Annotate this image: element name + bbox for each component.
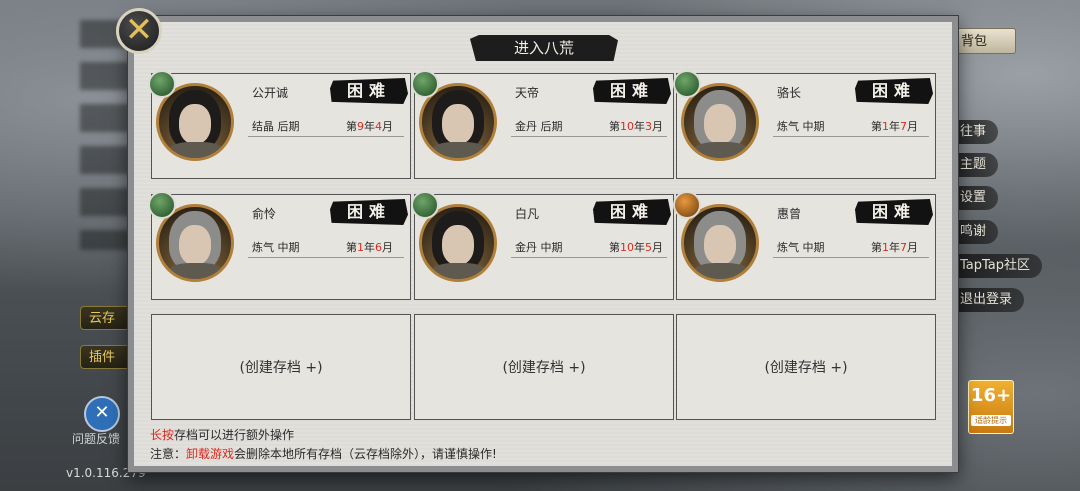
save-slot[interactable]: 俞怜 困难 炼气 中期 第1年6月 [148,191,411,300]
character-name: 天帝 [515,86,540,100]
character-name: 公开诚 [252,86,289,100]
menu-item-logout[interactable]: 退出登录 [952,288,1025,312]
save-slot[interactable]: 公开诚 困难 结晶 后期 第9年4月 [148,70,411,179]
divider [248,257,404,258]
save-slot[interactable]: 惠曾 困难 炼气 中期 第1年7月 [673,191,936,300]
divider [773,136,929,137]
feedback-label: 问题反馈 [72,432,121,446]
create-save-button[interactable]: (创建存档 +) [414,314,674,420]
menu-item-past[interactable]: 往事 [952,120,999,144]
game-time: 第1年7月 [871,120,918,133]
jade-badge-icon [411,191,439,219]
difficulty-badge: 困难 [593,199,671,225]
divider [511,257,667,258]
close-x-icon[interactable]: ✕ [116,8,162,54]
bag-button[interactable]: 背包 [952,28,1016,54]
game-time: 第10年3月 [609,120,663,133]
save-slot[interactable]: 天帝 困难 金丹 后期 第10年3月 [411,70,674,179]
cloud-save-button[interactable]: 云存 [80,306,130,330]
save-slot[interactable]: 骆长 困难 炼气 中期 第1年7月 [673,70,936,179]
jade-badge-icon [148,70,176,98]
wrench-icon[interactable]: ✕ [84,396,120,432]
create-save-button[interactable]: (创建存档 +) [151,314,411,420]
divider [511,136,667,137]
long-press-hint: 长按存档可以进行额外操作 [150,428,295,442]
game-time: 第10年5月 [609,241,663,254]
menu-item-settings[interactable]: 设置 [952,186,999,210]
cultivation-stage: 炼气 中期 [777,120,825,133]
cultivation-stage: 炼气 中期 [252,241,300,254]
difficulty-badge: 困难 [855,199,933,225]
uninstall-warning: 注意：卸载游戏会删除本地所有存档（云存档除外），请谨慎操作! [150,447,497,461]
game-time: 第1年7月 [871,241,918,254]
dialog-title: 进入八荒 [470,35,618,61]
jade-badge-icon [411,70,439,98]
difficulty-badge: 困难 [593,78,671,104]
cultivation-stage: 结晶 后期 [252,120,300,133]
divider [248,136,404,137]
divider [773,257,929,258]
menu-item-tap-community[interactable]: TapTap社区 [952,254,1043,278]
jade-badge-icon [148,191,176,219]
jade-badge-icon [673,70,701,98]
character-name: 白凡 [515,207,540,221]
difficulty-badge: 困难 [330,78,408,104]
age-rating-number: 16+ [970,385,1012,406]
character-name: 惠曾 [777,207,802,221]
difficulty-badge: 困难 [330,199,408,225]
game-title-art [80,20,132,250]
age-rating-subtitle: 适龄提示 [971,415,1011,426]
cultivation-stage: 金丹 后期 [515,120,563,133]
character-name: 骆长 [777,86,802,100]
cultivation-stage: 金丹 中期 [515,241,563,254]
character-name: 俞怜 [252,207,277,221]
plugin-button[interactable]: 插件 [80,345,130,369]
cultivation-stage: 炼气 中期 [777,241,825,254]
menu-item-credits[interactable]: 鸣谢 [952,220,999,244]
game-time: 第9年4月 [346,120,393,133]
save-slot[interactable]: 白凡 困难 金丹 中期 第10年5月 [411,191,674,300]
create-save-button[interactable]: (创建存档 +) [676,314,936,420]
game-time: 第1年6月 [346,241,393,254]
difficulty-badge: 困难 [855,78,933,104]
age-rating-badge: 16+ 适龄提示 [968,380,1014,434]
orange-badge-icon [673,191,701,219]
menu-item-theme[interactable]: 主题 [952,153,999,177]
